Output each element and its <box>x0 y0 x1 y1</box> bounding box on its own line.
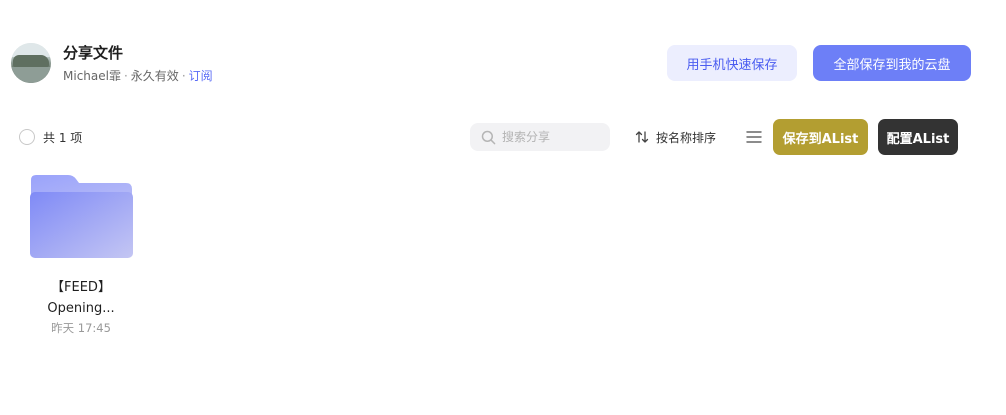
avatar-trees <box>13 55 49 67</box>
select-all-checkbox[interactable] <box>19 129 35 145</box>
item-count: 共 1 项 <box>43 131 83 145</box>
search-icon <box>481 130 496 144</box>
page-title: 分享文件 <box>63 44 124 62</box>
owner-name[interactable]: Michael霏 <box>63 69 121 83</box>
sort-button[interactable]: 按名称排序 <box>635 128 716 146</box>
file-name: 【FEED】 Opening... <box>22 277 140 319</box>
save-by-phone-button[interactable]: 用手机快速保存 <box>667 45 797 81</box>
list-view-icon[interactable] <box>746 130 762 144</box>
meta-separator: · <box>123 69 128 83</box>
validity-label: 永久有效 <box>130 69 179 83</box>
sort-icon <box>635 131 649 143</box>
share-meta: Michael霏 · 永久有效 · 订阅 <box>63 67 213 84</box>
sort-label: 按名称排序 <box>656 130 717 145</box>
config-alist-button[interactable]: 配置AList <box>878 119 958 155</box>
avatar[interactable] <box>11 43 51 83</box>
search-input[interactable] <box>502 130 602 144</box>
save-to-alist-button[interactable]: 保存到AList <box>773 119 868 155</box>
file-name-line: 【FEED】 <box>51 280 111 295</box>
subscribe-link[interactable]: 订阅 <box>189 69 213 83</box>
share-page: 分享文件 Michael霏 · 永久有效 · 订阅 用手机快速保存 全部保存到我的云盘 … <box>0 0 1006 415</box>
file-date: 昨天 17:45 <box>51 321 111 335</box>
avatar-water <box>11 67 51 83</box>
folder-icon <box>30 175 133 258</box>
file-item[interactable]: 【FEED】 Opening... 昨天 17:45 <box>22 172 140 342</box>
save-all-button[interactable]: 全部保存到我的云盘 <box>813 45 971 81</box>
search-box[interactable] <box>470 123 610 151</box>
meta-separator: · <box>181 69 186 83</box>
file-name-line: Opening... <box>47 301 115 316</box>
